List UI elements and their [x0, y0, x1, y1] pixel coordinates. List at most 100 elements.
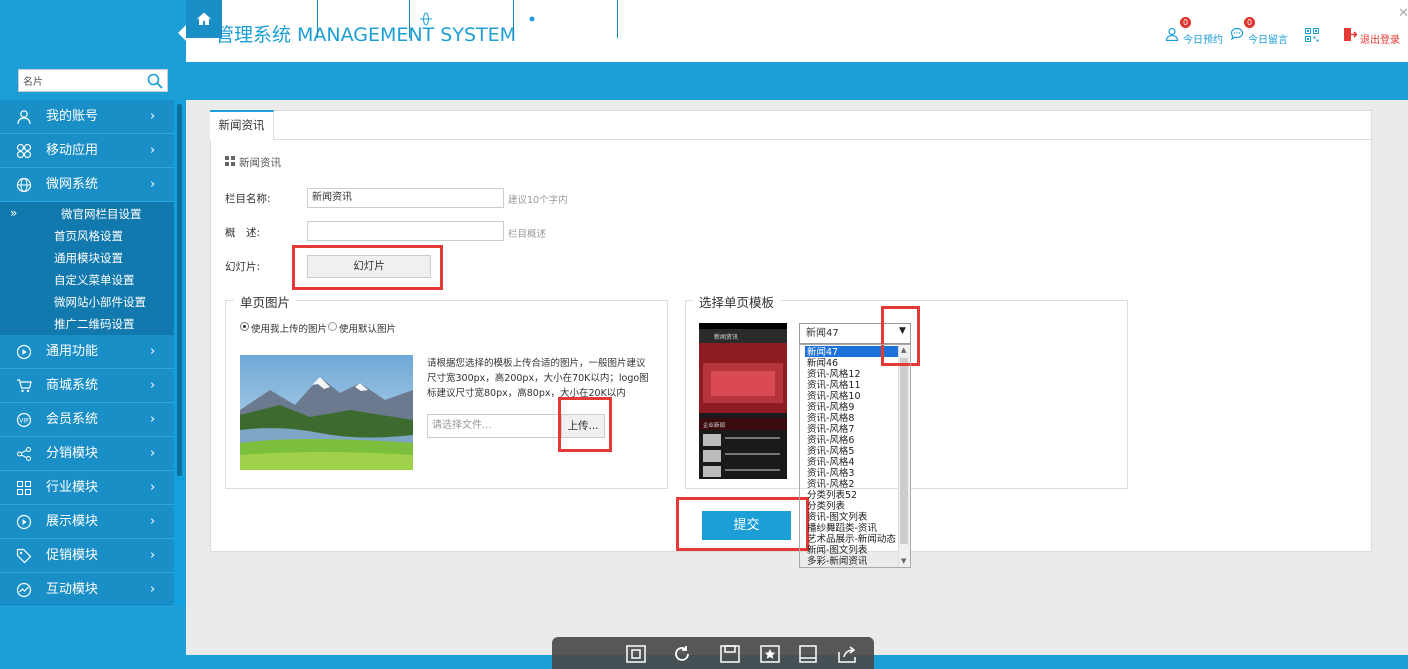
- dropdown-option[interactable]: 新闻-图文列表: [807, 545, 867, 556]
- dropdown-option[interactable]: 资讯-风格8: [807, 413, 854, 424]
- messages-link[interactable]: 今日留言: [1248, 31, 1288, 46]
- sidebar-item-label: 通用功能: [46, 344, 99, 359]
- rotate-icon[interactable]: [672, 644, 692, 664]
- summary-input[interactable]: [307, 221, 504, 241]
- megaphone-icon: [329, 13, 338, 25]
- globe-icon: [16, 177, 32, 193]
- dropdown-option[interactable]: 播纱舞蹈类-资讯: [807, 523, 877, 534]
- sidebar-item-label: 行业模块: [46, 480, 99, 495]
- sidebar-item-common-functions[interactable]: 通用功能 ›: [0, 335, 174, 369]
- sidebar-item-display[interactable]: 展示模块 ›: [0, 505, 174, 539]
- template-legend: 选择单页模板: [693, 292, 781, 311]
- grid-icon: [17, 481, 31, 495]
- save-icon[interactable]: [720, 645, 740, 663]
- highlight-box: [676, 497, 809, 551]
- logout-icon[interactable]: [1343, 27, 1357, 42]
- chevron-right-icon: ›: [150, 480, 156, 495]
- nav-user-info[interactable]: 用户信息: [222, 0, 318, 38]
- user-icon: [17, 110, 31, 125]
- dropdown-option[interactable]: 资讯-风格7: [807, 424, 854, 435]
- play-icon: [16, 344, 32, 360]
- dropdown-option[interactable]: 资讯-风格5: [807, 446, 854, 457]
- dropdown-option[interactable]: 资讯-风格11: [807, 380, 861, 391]
- radio-upload[interactable]: [240, 322, 249, 331]
- nav-home[interactable]: [186, 0, 222, 38]
- phone-section-text: 企业新闻: [703, 423, 726, 429]
- dropdown-option[interactable]: 新闻46: [807, 358, 838, 369]
- search-input[interactable]: [19, 70, 147, 91]
- image-viewer-toolbar: [552, 637, 874, 669]
- appointments-link[interactable]: 今日预约: [1183, 31, 1223, 46]
- chevron-right-icon: ›: [150, 412, 156, 427]
- zoom-actual-size[interactable]: 1:1: [580, 5, 606, 24]
- dropdown-option[interactable]: 资讯-风格12: [807, 369, 861, 380]
- favorite-icon[interactable]: [760, 645, 780, 663]
- nav-promotion-tips[interactable]: 推广技巧: [318, 0, 410, 38]
- fullscreen-icon[interactable]: [798, 645, 818, 663]
- submenu-item-qrcode[interactable]: 推广二维码设置: [54, 316, 135, 332]
- search-icon[interactable]: [147, 73, 163, 89]
- dropdown-option[interactable]: 新闻47: [807, 347, 838, 358]
- radio-default-label: 使用默认图片: [339, 324, 397, 335]
- sidebar-item-industry[interactable]: 行业模块 ›: [0, 471, 174, 505]
- chevron-right-icon: ›: [150, 344, 156, 359]
- sidebar-item-account[interactable]: 我的账号 ›: [0, 100, 174, 134]
- qrcode-icon[interactable]: [1305, 28, 1319, 42]
- submenu-item-common-modules[interactable]: 通用模块设置: [54, 250, 123, 266]
- name-hint: 建议10个字内: [508, 195, 568, 206]
- grid-icon: [225, 156, 235, 166]
- user-icon[interactable]: [1165, 27, 1179, 41]
- cart-icon: [17, 379, 32, 393]
- close-icon[interactable]: ✕: [1398, 6, 1408, 21]
- logout-link[interactable]: 退出登录: [1360, 31, 1400, 46]
- dropdown-option[interactable]: 资讯-风格10: [807, 391, 861, 402]
- nav-label: 更新微网站: [442, 11, 508, 26]
- landscape-image: [240, 355, 413, 470]
- sidebar-item-mobile-apps[interactable]: 移动应用 ›: [0, 134, 174, 168]
- file-input[interactable]: 请选择文件...: [427, 414, 561, 438]
- dropdown-option[interactable]: 分类列表: [807, 501, 845, 512]
- fit-window-icon[interactable]: [626, 645, 646, 663]
- message-icon[interactable]: [1230, 27, 1244, 41]
- submenu-item-column-settings[interactable]: 微官网栏目设置: [61, 206, 142, 222]
- sidebar-item-label: 促销模块: [46, 548, 99, 563]
- dropdown-option[interactable]: 资讯-图文列表: [807, 512, 867, 523]
- svg-text:VIP: VIP: [19, 418, 29, 425]
- dropdown-option[interactable]: 多彩-新闻资讯: [807, 556, 867, 567]
- chevron-right-icon: ›: [150, 109, 156, 124]
- dropdown-option[interactable]: 资讯-风格3: [807, 468, 854, 479]
- sidebar-item-members[interactable]: VIP 会员系统 ›: [0, 403, 174, 437]
- submenu-item-custom-menu[interactable]: 自定义菜单设置: [54, 272, 135, 288]
- double-chevron-icon: »: [10, 206, 18, 220]
- sidebar-item-label: 商城系统: [46, 378, 99, 393]
- sidebar-notch: [178, 25, 186, 41]
- sidebar-item-promotion[interactable]: 促销模块 ›: [0, 539, 174, 573]
- sidebar-scrollbar-thumb[interactable]: [177, 104, 182, 476]
- dropdown-option[interactable]: 资讯-风格2: [807, 479, 854, 490]
- home-icon: [197, 12, 211, 25]
- dropdown-option[interactable]: 资讯-风格6: [807, 435, 854, 446]
- name-label: 栏目名称:: [225, 193, 271, 205]
- sidebar-item-shop[interactable]: 商城系统 ›: [0, 369, 174, 403]
- globe-icon: [420, 12, 432, 26]
- chevron-right-icon: ›: [150, 378, 156, 393]
- messages-badge: 0: [1244, 17, 1255, 28]
- dropdown-option[interactable]: 资讯-风格9: [807, 402, 854, 413]
- dropdown-option[interactable]: 艺术品展示-新闻动态: [807, 534, 896, 545]
- submenu-item-widgets[interactable]: 微网站小部件设置: [54, 294, 146, 310]
- sidebar-item-micro-site[interactable]: 微网系统 ›: [0, 168, 174, 202]
- tab-news[interactable]: 新闻资讯: [210, 110, 274, 140]
- eye-icon: [524, 14, 540, 24]
- nav-update-site[interactable]: 更新微网站: [410, 0, 514, 38]
- radio-upload-label: 使用我上传的图片: [251, 324, 328, 335]
- image-legend: 单页图片: [234, 292, 297, 311]
- dropdown-option[interactable]: 分类列表52: [807, 490, 857, 501]
- dropdown-option[interactable]: 资讯-风格4: [807, 457, 854, 468]
- radio-default[interactable]: [328, 322, 337, 331]
- chevron-right-icon: ›: [150, 548, 156, 563]
- submenu-item-home-style[interactable]: 首页风格设置: [54, 228, 123, 244]
- share-icon[interactable]: [837, 645, 857, 663]
- column-name-input[interactable]: 新闻资讯: [307, 188, 504, 208]
- sidebar-item-distribution[interactable]: 分销模块 ›: [0, 437, 174, 471]
- sidebar-item-interaction[interactable]: 互动模块 ›: [0, 573, 174, 607]
